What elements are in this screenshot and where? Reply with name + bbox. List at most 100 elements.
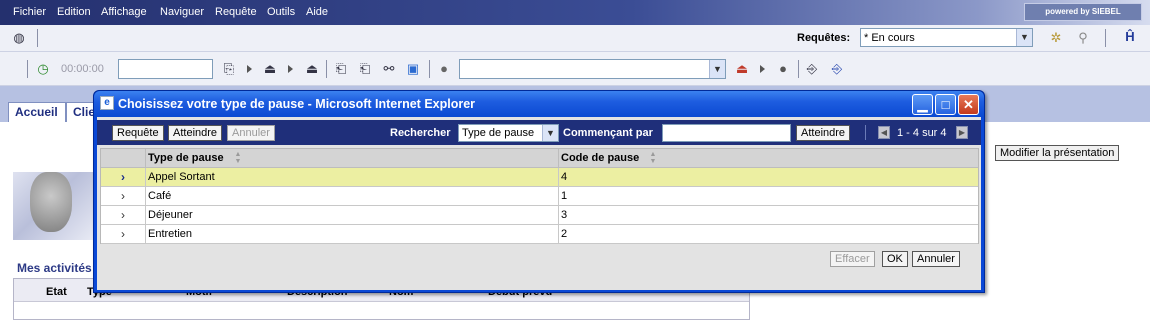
cancel-button[interactable]: Annuler bbox=[912, 251, 960, 267]
menu-aide[interactable]: Aide bbox=[306, 6, 328, 18]
clear-button[interactable]: Effacer bbox=[830, 251, 875, 267]
cell-type-de-pause: Café bbox=[148, 190, 172, 202]
dropdown-arrow-icon[interactable] bbox=[760, 65, 765, 73]
column-divider bbox=[558, 149, 559, 168]
cell-code-de-pause: 3 bbox=[561, 209, 568, 221]
goto-search-button[interactable]: Atteindre bbox=[796, 125, 851, 141]
release-call-icon[interactable]: ⏏ bbox=[304, 61, 320, 77]
cell-type-de-pause: Entretien bbox=[148, 228, 193, 240]
minimize-button[interactable]: ▁ bbox=[912, 94, 933, 115]
internet-explorer-icon: e bbox=[100, 96, 114, 110]
tab-accueil[interactable]: Accueil bbox=[8, 102, 66, 122]
logout-icon[interactable]: ⎆ bbox=[829, 61, 845, 77]
login-icon[interactable]: ⎆ bbox=[804, 61, 820, 77]
column-header-code-de-pause[interactable]: Code de pause bbox=[561, 152, 639, 164]
chevron-down-icon[interactable]: ▼ bbox=[542, 125, 558, 141]
forward-work-item-icon[interactable]: ⎘ bbox=[221, 61, 237, 77]
change-status-icon[interactable]: ⏏ bbox=[734, 61, 750, 77]
toolbar-separator bbox=[326, 60, 327, 78]
timer-display: 00:00:00 bbox=[61, 63, 104, 75]
toolbar-separator bbox=[798, 60, 799, 78]
menu-naviguer[interactable]: Naviguer bbox=[160, 6, 204, 18]
column-divider bbox=[145, 187, 146, 206]
column-divider bbox=[558, 168, 559, 187]
chevron-down-icon[interactable]: ▼ bbox=[1016, 29, 1032, 46]
query-button[interactable]: Requête bbox=[112, 125, 164, 141]
previous-record-icon[interactable]: ◀ bbox=[878, 126, 890, 139]
goto-button[interactable]: Atteindre bbox=[168, 125, 223, 141]
record-icon[interactable]: ● bbox=[436, 61, 452, 77]
column-divider bbox=[558, 206, 559, 225]
table-row[interactable]: › Café 1 bbox=[101, 187, 978, 206]
search-field-value: Type de pause bbox=[462, 127, 535, 139]
row-selector-icon[interactable]: › bbox=[121, 190, 125, 202]
menu-requete[interactable]: Requête bbox=[215, 6, 257, 18]
menu-bar: Fichier Edition Affichage Naviguer Requê… bbox=[0, 0, 1150, 25]
ok-button[interactable]: OK bbox=[882, 251, 908, 267]
query-run-icon[interactable]: ✲ bbox=[1048, 30, 1064, 46]
binoculars-icon[interactable]: Ĥ bbox=[1122, 29, 1138, 45]
dropdown-arrow-icon[interactable] bbox=[288, 65, 293, 73]
column-divider bbox=[145, 149, 146, 168]
globe-icon[interactable]: ◍ bbox=[11, 30, 27, 46]
sort-arrows-icon[interactable]: ▲ ▼ bbox=[231, 151, 245, 165]
dropdown-arrow-icon[interactable] bbox=[247, 65, 252, 73]
cell-type-de-pause: Déjeuner bbox=[148, 209, 193, 221]
search-label: Rechercher bbox=[390, 127, 451, 139]
cell-code-de-pause: 2 bbox=[561, 228, 568, 240]
accept-call-icon[interactable]: ⏏ bbox=[262, 61, 278, 77]
search-field-select[interactable]: Type de pause ▼ bbox=[458, 124, 559, 142]
cell-type-de-pause: Appel Sortant bbox=[148, 171, 215, 183]
retrieve-call-icon[interactable]: ▣ bbox=[405, 61, 421, 77]
toolbar-separator bbox=[865, 125, 866, 140]
column-divider bbox=[558, 225, 559, 244]
comm-text-field[interactable] bbox=[118, 59, 213, 79]
cell-code-de-pause: 4 bbox=[561, 171, 568, 183]
toolbar-separator bbox=[1105, 29, 1106, 47]
chevron-down-icon[interactable]: ▼ bbox=[709, 60, 725, 78]
toolbar-separator bbox=[429, 60, 430, 78]
row-selector-icon[interactable]: › bbox=[121, 171, 125, 183]
dialog-title: Choisissez votre type de pause - Microso… bbox=[118, 97, 476, 111]
consult-icon[interactable]: ⚯ bbox=[381, 61, 397, 77]
menu-affichage[interactable]: Affichage bbox=[101, 6, 147, 18]
column-divider bbox=[558, 187, 559, 206]
toolbar-communications: ◷ 00:00:00 ⎘ ⏏ ⏏ ⎗ ⎗ ⚯ ▣ ● ▼ ⏏ ● ⎆ ⎆ bbox=[0, 52, 1150, 86]
cancel-query-button[interactable]: Annuler bbox=[227, 125, 275, 141]
toolbar-separator bbox=[37, 29, 38, 47]
section-title: Mes activités bbox=[17, 261, 92, 275]
sort-arrows-icon[interactable]: ▲ ▼ bbox=[646, 151, 660, 165]
table-row[interactable]: › Déjeuner 3 bbox=[101, 206, 978, 225]
column-divider bbox=[145, 206, 146, 225]
next-record-icon[interactable]: ▶ bbox=[956, 126, 968, 139]
requetes-select[interactable]: * En cours ▼ bbox=[860, 28, 1033, 47]
not-ready-icon[interactable]: ● bbox=[775, 61, 791, 77]
table-row[interactable]: › Entretien 2 bbox=[101, 225, 978, 244]
cell-code-de-pause: 1 bbox=[561, 190, 568, 202]
column-divider bbox=[145, 225, 146, 244]
modify-layout-button[interactable]: Modifier la présentation bbox=[995, 145, 1120, 161]
starting-with-input[interactable] bbox=[662, 124, 791, 142]
siebel-logo: powered by SIEBEL bbox=[1024, 3, 1142, 21]
clock-icon: ◷ bbox=[37, 61, 49, 76]
requetes-select-value: * En cours bbox=[864, 32, 915, 44]
comm-combo-field[interactable]: ▼ bbox=[459, 59, 726, 79]
conference-icon[interactable]: ⎗ bbox=[357, 61, 373, 77]
maximize-button[interactable]: □ bbox=[935, 94, 956, 115]
menu-outils[interactable]: Outils bbox=[267, 6, 295, 18]
column-divider bbox=[145, 168, 146, 187]
row-selector-icon[interactable]: › bbox=[121, 228, 125, 240]
starting-with-label: Commençant par bbox=[563, 127, 653, 139]
toolbar-separator bbox=[27, 60, 28, 78]
column-header-etat[interactable]: Etat bbox=[46, 286, 67, 298]
magnifier-icon[interactable]: ⚲ bbox=[1075, 30, 1091, 46]
transfer-icon[interactable]: ⎗ bbox=[333, 61, 349, 77]
toolbar-main: ◍ Requêtes: * En cours ▼ ✲ ⚲ Ĥ bbox=[0, 25, 1150, 52]
row-selector-icon[interactable]: › bbox=[121, 209, 125, 221]
column-header-type-de-pause[interactable]: Type de pause bbox=[148, 152, 224, 164]
menu-fichier[interactable]: Fichier bbox=[13, 6, 46, 18]
table-row[interactable]: › Appel Sortant 4 bbox=[101, 168, 978, 187]
menu-edition[interactable]: Edition bbox=[57, 6, 91, 18]
close-button[interactable]: ✕ bbox=[958, 94, 979, 115]
requetes-label: Requêtes: bbox=[797, 32, 851, 44]
